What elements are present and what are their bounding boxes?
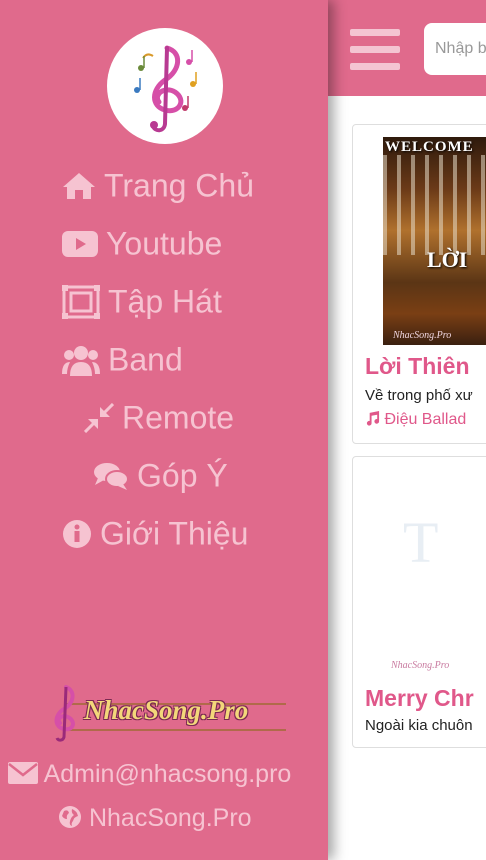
cover-watermark: NhacSong.Pro	[393, 330, 452, 341]
song-lyrics-preview: Ngoài kia chuôn	[365, 717, 473, 734]
home-icon	[63, 172, 95, 199]
info-icon	[63, 519, 91, 548]
globe-icon	[59, 806, 81, 828]
treble-clef-logo-icon	[134, 45, 197, 133]
nav-item-about[interactable]: Giới Thiệu	[62, 511, 248, 554]
song-card[interactable]: T M NhacSong.Pro Merry Chr Ngoài kia chu…	[352, 456, 486, 748]
nav-item-band[interactable]: Band	[62, 337, 183, 380]
cover-text: WELCOME	[385, 139, 474, 155]
menu-icon[interactable]	[350, 29, 400, 71]
song-title[interactable]: Merry Chr	[365, 685, 474, 712]
song-lyrics-preview: Về trong phố xư	[365, 387, 473, 404]
nav-item-practice[interactable]: Tập Hát	[62, 279, 222, 322]
cover-watermark: NhacSong.Pro	[391, 660, 450, 671]
envelope-icon	[8, 762, 38, 784]
music-note-icon	[366, 411, 380, 426]
side-drawer: Trang Chủ Youtube Tập Hát Band Remote Gó…	[0, 0, 328, 860]
youtube-icon	[62, 230, 98, 257]
compress-icon	[84, 402, 114, 433]
app-logo[interactable]	[107, 28, 223, 144]
search-input[interactable]: Nhập bài hát	[424, 23, 486, 75]
song-title[interactable]: Lời Thiên	[365, 353, 470, 380]
treble-clef-icon	[54, 685, 75, 742]
song-genre[interactable]: Điệu Ballad	[365, 411, 466, 429]
song-card[interactable]: WELCOME LỜI NhacSong.Pro Lời Thiên Về tr…	[352, 124, 486, 444]
nav-item-youtube[interactable]: Youtube	[62, 221, 222, 264]
cover-text: LỜI	[427, 247, 468, 272]
nav-item-feedback[interactable]: Góp Ý	[93, 453, 228, 496]
comments-icon	[94, 462, 129, 490]
footer-email[interactable]: Admin@nhacsong.pro	[8, 760, 291, 789]
nav-item-home[interactable]: Trang Chủ	[62, 163, 254, 206]
song-cover-image: T M NhacSong.Pro	[383, 469, 486, 677]
brand-logo: NhacSong.Pro	[46, 683, 286, 743]
users-icon	[62, 345, 100, 376]
practice-icon	[62, 284, 100, 319]
footer-website[interactable]: NhacSong.Pro	[58, 804, 252, 833]
nav-item-remote[interactable]: Remote	[84, 395, 234, 438]
song-cover-image: WELCOME LỜI NhacSong.Pro	[383, 137, 486, 345]
